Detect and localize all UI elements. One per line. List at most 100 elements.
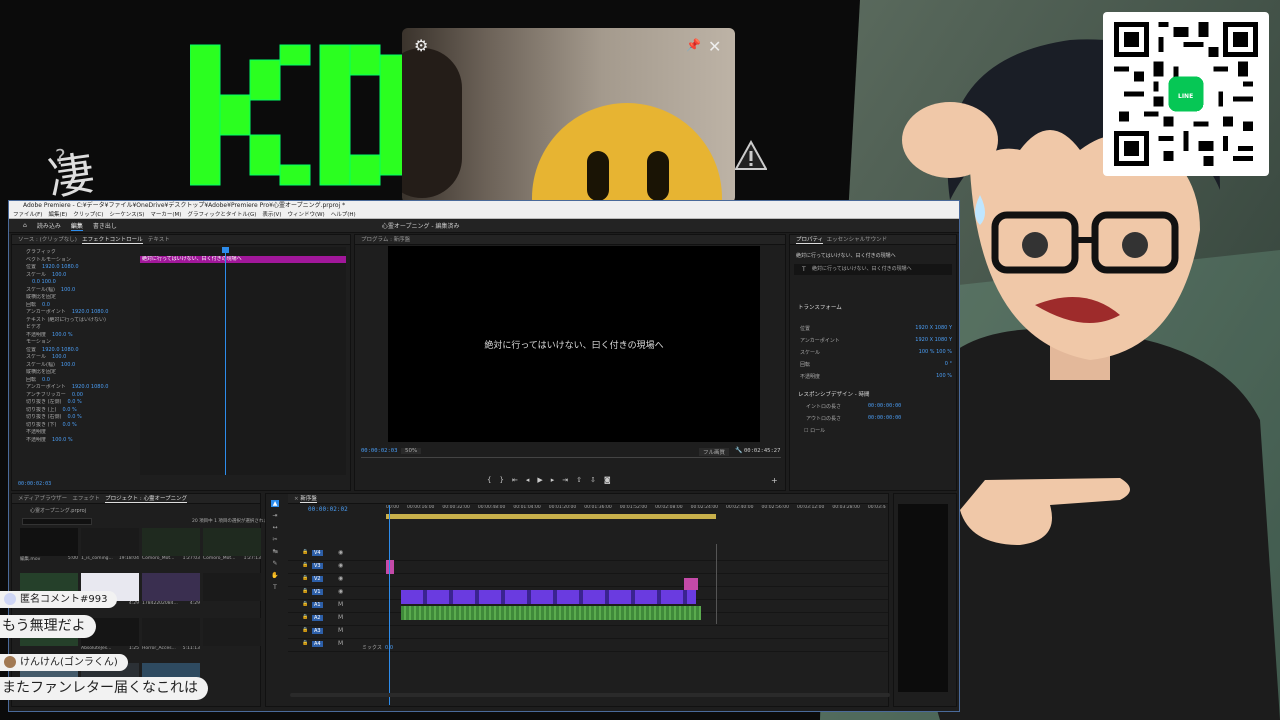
project-item[interactable]: 編集.mov 5:00: [20, 528, 78, 570]
master-value[interactable]: 0.0: [385, 645, 393, 651]
lock-icon[interactable]: 🔒: [302, 627, 308, 633]
effect-property-row[interactable]: 回転 0.0: [12, 377, 140, 385]
playhead-handle[interactable]: [222, 247, 229, 253]
effect-property-row[interactable]: 0.0 100.0: [12, 279, 140, 287]
effect-property-row[interactable]: アンカーポイント 1920.0 1080.0: [12, 309, 140, 317]
workspace-tab-import[interactable]: 読み込み: [37, 221, 61, 230]
track-label[interactable]: V4: [312, 550, 323, 556]
project-item[interactable]: 17842202084... 4:29: [142, 573, 200, 615]
effect-property-value[interactable]: 0.0 %: [63, 407, 77, 413]
effect-property-value[interactable]: 1920.0 1080.0: [72, 309, 109, 315]
effect-property-value[interactable]: 1920.0 1080.0: [42, 264, 79, 270]
playhead[interactable]: [225, 247, 226, 475]
effect-property-row[interactable]: アンカーポイント 1920.0 1080.0: [12, 384, 140, 392]
mute-icon[interactable]: M: [338, 614, 343, 621]
menu-item[interactable]: 編集(E): [48, 211, 67, 218]
eye-icon[interactable]: ◉: [338, 549, 343, 556]
graphic-clip-v2[interactable]: [684, 578, 698, 590]
tab-essential-sound[interactable]: エッセンシャルサウンド: [827, 237, 888, 243]
step-back-icon[interactable]: ⇤: [512, 476, 518, 486]
transform-value[interactable]: 100 % 100 %: [919, 349, 952, 361]
effect-property-row[interactable]: アンチフリッカー 0.00: [12, 392, 140, 400]
project-item[interactable]: Comoro_Mot... 1:27:13: [203, 528, 261, 570]
pin-icon[interactable]: 📌: [686, 38, 701, 52]
sequence-tab[interactable]: 新序盤: [300, 496, 317, 503]
transform-row[interactable]: 位置 1920 X 1080 Y: [800, 325, 952, 337]
menu-item[interactable]: クリップ(C): [73, 211, 103, 218]
transform-row[interactable]: 回転 0 °: [800, 361, 952, 373]
lock-icon[interactable]: 🔒: [302, 601, 308, 607]
effect-property-value[interactable]: 100.0: [52, 354, 66, 360]
lift-icon[interactable]: ⇧: [576, 476, 582, 486]
ripple-tool-icon[interactable]: ↔: [272, 524, 277, 531]
effect-property-value[interactable]: 0.0: [42, 377, 50, 383]
mute-icon[interactable]: M: [338, 601, 343, 608]
play-icon[interactable]: ▶: [537, 476, 542, 486]
mark-in-icon[interactable]: {: [487, 476, 491, 486]
transform-row[interactable]: 不透明度 100 %: [800, 373, 952, 385]
effect-controls-timecode[interactable]: 00:00:02:03: [18, 481, 51, 487]
audio-clip-a1[interactable]: [401, 606, 701, 620]
menu-item[interactable]: ウィンドウ(W): [287, 211, 324, 218]
effect-property-value[interactable]: 100.0: [52, 272, 66, 278]
menu-item[interactable]: ヘルプ(H): [331, 211, 356, 218]
lock-icon[interactable]: 🔒: [302, 588, 308, 594]
effect-property-row[interactable]: 不透明度 100.0 %: [12, 332, 140, 340]
menu-item[interactable]: シーケンス(S): [109, 211, 144, 218]
transform-value[interactable]: 1920 X 1080 Y: [915, 325, 952, 337]
effect-property-row[interactable]: 縦横比を固定: [12, 369, 140, 377]
effect-property-value[interactable]: 0.00: [72, 392, 83, 398]
effect-property-row[interactable]: 切り抜き (左側) 0.0 %: [12, 399, 140, 407]
eye-icon[interactable]: ◉: [338, 562, 343, 569]
effect-property-value[interactable]: 0.0: [42, 302, 50, 308]
tab-media-browser[interactable]: メディアブラウザー: [18, 496, 67, 502]
effect-property-value[interactable]: 0.0 %: [68, 399, 82, 405]
effect-property-row[interactable]: スケール 100.0: [12, 354, 140, 362]
timeline-track[interactable]: 🔒 V3 ◉: [288, 561, 888, 574]
effect-property-row[interactable]: 切り抜き (下) 0.0 %: [12, 422, 140, 430]
slip-tool-icon[interactable]: ↹: [272, 548, 277, 555]
effect-property-row[interactable]: スケール(幅) 100.0: [12, 287, 140, 295]
home-icon[interactable]: ⌂: [23, 222, 27, 229]
timeline-playhead[interactable]: [389, 505, 390, 705]
hand-tool-icon[interactable]: ✋: [271, 572, 278, 579]
effect-property-row[interactable]: ビデオ: [12, 324, 140, 332]
effect-property-row[interactable]: グラフィック: [12, 249, 140, 257]
zoom-select[interactable]: 50%: [401, 448, 422, 454]
menu-item[interactable]: マーカー(M): [150, 211, 181, 218]
program-ruler[interactable]: [361, 457, 781, 465]
line-qr-code[interactable]: LINE: [1103, 12, 1269, 176]
track-label[interactable]: V3: [312, 563, 323, 569]
extract-icon[interactable]: ⇩: [590, 476, 596, 486]
eye-icon[interactable]: ◉: [338, 588, 343, 595]
effect-property-value[interactable]: 1920.0 1080.0: [42, 347, 79, 353]
pen-tool-icon[interactable]: ✎: [272, 560, 277, 567]
project-item[interactable]: [203, 618, 261, 660]
effect-property-row[interactable]: 位置 1920.0 1080.0: [12, 264, 140, 272]
transform-row[interactable]: アンカーポイント 1920 X 1080 Y: [800, 337, 952, 349]
effect-property-value[interactable]: 100.0 %: [52, 437, 73, 443]
gear-icon[interactable]: ⚙: [414, 36, 428, 55]
workspace-tab-edit[interactable]: 編集: [70, 221, 83, 231]
effect-property-row[interactable]: 回転 0.0: [12, 302, 140, 310]
timeline-track[interactable]: 🔒 A3 M: [288, 626, 888, 639]
lock-icon[interactable]: 🔒: [302, 614, 308, 620]
video-clip-v1[interactable]: [401, 590, 696, 604]
close-icon[interactable]: ✕: [708, 37, 721, 56]
effect-property-row[interactable]: 切り抜き (上) 0.0 %: [12, 407, 140, 415]
text-clip-bar[interactable]: 絶対に行ってはいけない、曰く付きの現場へ: [140, 256, 346, 263]
effect-property-row[interactable]: 切り抜き (右側) 0.0 %: [12, 414, 140, 422]
tab-project[interactable]: プロジェクト : 心霊オープニング: [105, 496, 188, 503]
effect-property-row[interactable]: 不透明度 100.0 %: [12, 437, 140, 445]
frame-forward-icon[interactable]: ▸: [551, 476, 555, 486]
camera-icon[interactable]: ◙: [604, 476, 611, 486]
effect-property-value[interactable]: 0.0 100.0: [32, 279, 56, 285]
track-label[interactable]: A3: [312, 628, 323, 634]
selection-tool-icon[interactable]: ▲: [270, 500, 280, 507]
effect-property-row[interactable]: モーション: [12, 339, 140, 347]
tab-effect-controls[interactable]: エフェクトコントロール: [82, 237, 143, 244]
layer-item[interactable]: 絶対に行ってはいけない、曰く付きの現場へ: [794, 264, 952, 275]
program-monitor-view[interactable]: 絶対に行ってはいけない、曰く付きの現場へ: [388, 246, 760, 442]
program-timecode-in[interactable]: 00:00:02:03: [361, 448, 397, 454]
project-item[interactable]: [203, 573, 261, 615]
